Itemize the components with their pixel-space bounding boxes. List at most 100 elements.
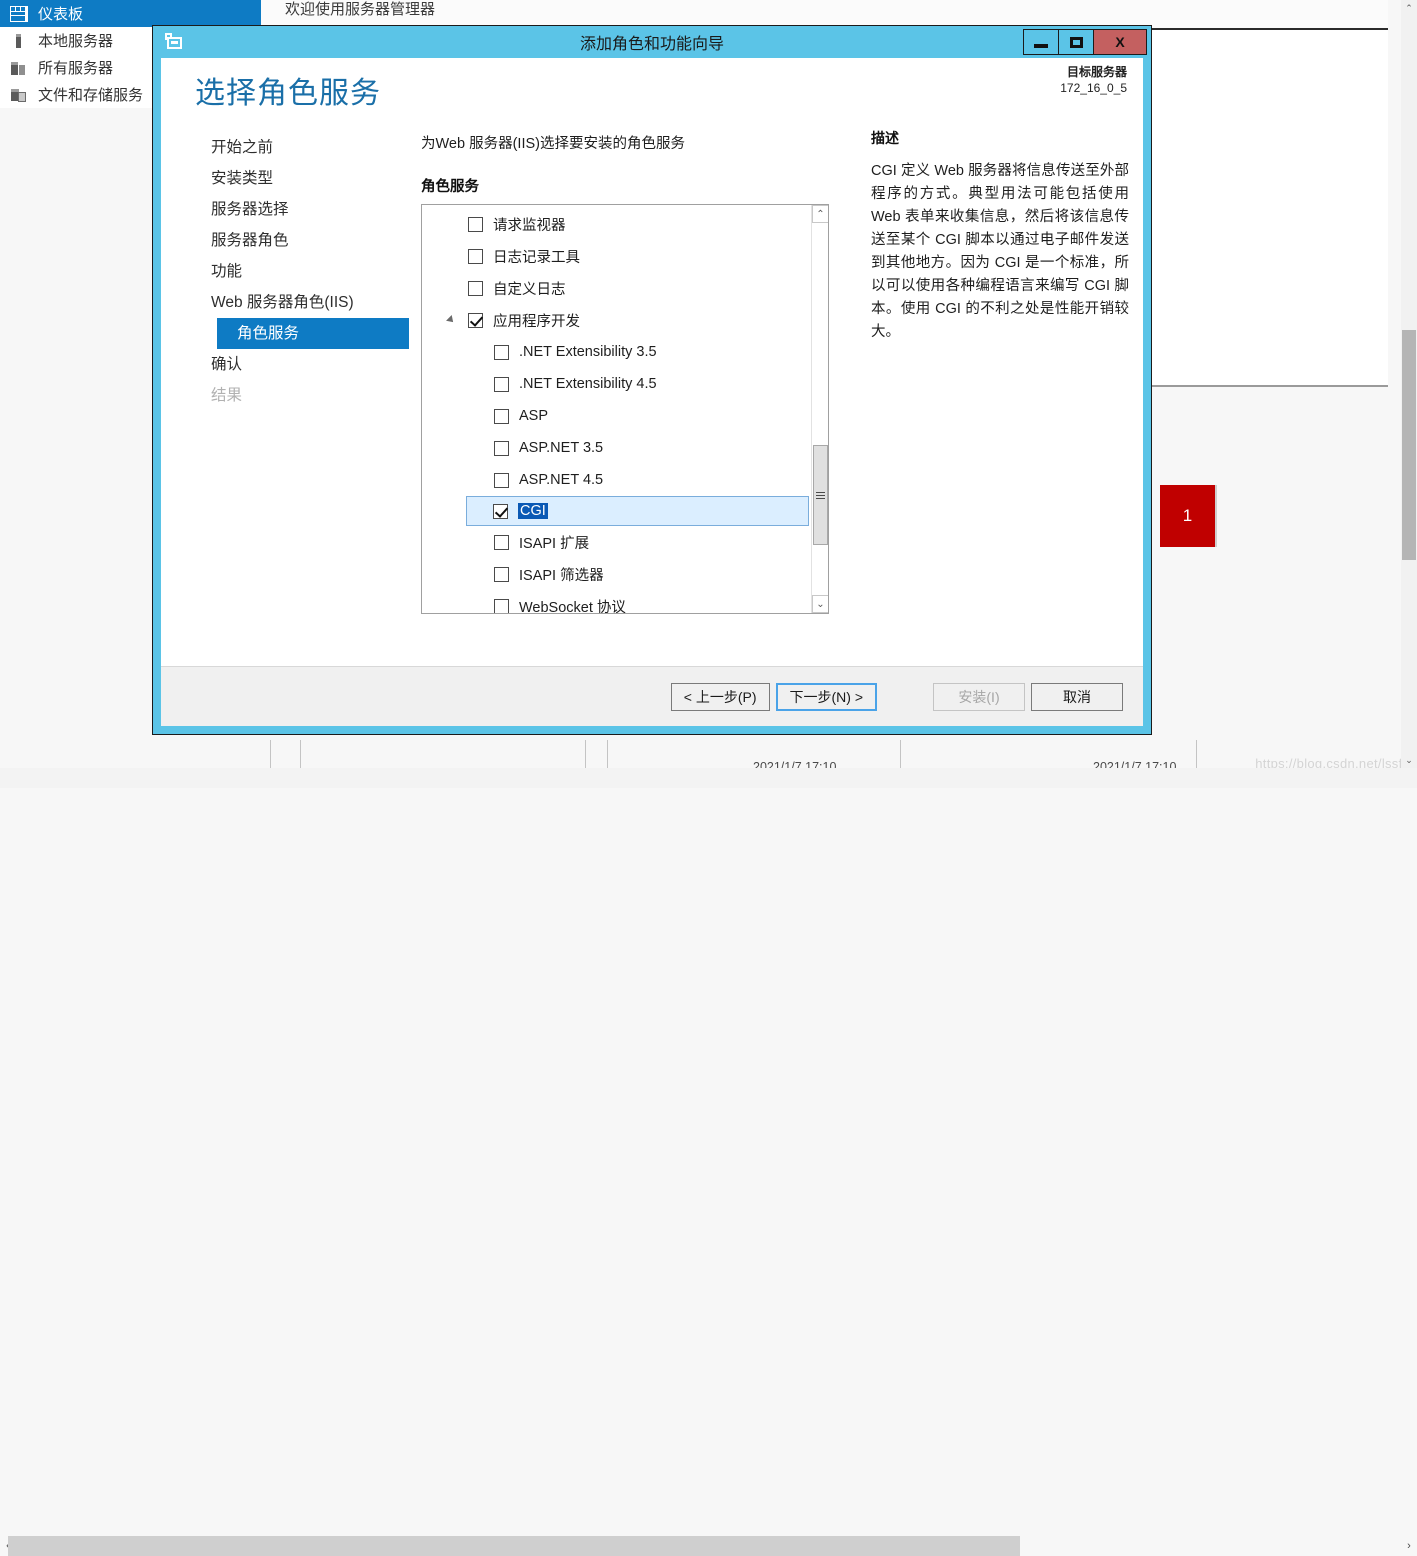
minimize-button[interactable] — [1023, 29, 1059, 55]
description-pane: 描述 CGI 定义 Web 服务器将信息传送至外部程序的方式。典型用法可能包括使… — [853, 120, 1143, 666]
list-item-selected-cgi[interactable]: CGI — [466, 496, 809, 526]
list-item-label: ISAPI 筛选器 — [519, 564, 604, 585]
list-item-label: .NET Extensibility 3.5 — [519, 344, 657, 360]
listbox-scroll-thumb[interactable] — [813, 445, 828, 545]
list-item-label: ASP.NET 4.5 — [519, 472, 603, 488]
role-services-list: 请求监视器 日志记录工具 自定义日志 应 — [422, 205, 811, 613]
list-item-label: CGI — [518, 503, 548, 519]
list-item[interactable]: ASP — [422, 400, 811, 432]
step-before-you-begin[interactable]: 开始之前 — [161, 132, 409, 163]
dialog-title: 添加角色和功能向导 — [153, 30, 1151, 54]
close-button[interactable]: X — [1093, 29, 1147, 55]
dialog-titlebar[interactable]: 添加角色和功能向导 X — [153, 26, 1151, 58]
list-item[interactable]: ISAPI 扩展 — [422, 526, 811, 558]
role-services-section: 为Web 服务器(IIS)选择要安装的角色服务 角色服务 请求监视器 日志记录工… — [409, 120, 853, 666]
step-role-services[interactable]: 角色服务 — [217, 318, 409, 349]
description-text: CGI 定义 Web 服务器将信息传送至外部程序的方式。典型用法可能包括使用 W… — [871, 160, 1129, 344]
list-item-label: 日志记录工具 — [493, 246, 580, 267]
list-item[interactable]: 请求监视器 — [422, 208, 811, 240]
install-button: 安装(I) — [933, 683, 1025, 711]
checkbox-unchecked-icon[interactable] — [468, 249, 483, 264]
scroll-up-icon[interactable]: ⌃ — [1401, 0, 1417, 16]
scroll-right-icon[interactable]: › — [1401, 1536, 1417, 1556]
list-item-label: ASP.NET 3.5 — [519, 440, 603, 456]
list-item[interactable]: ASP.NET 4.5 — [422, 464, 811, 496]
table-column-divider — [585, 740, 586, 768]
chevron-expanded-icon[interactable] — [446, 315, 456, 325]
scroll-up-icon[interactable]: ⌃ — [812, 205, 829, 223]
checkbox-unchecked-icon[interactable] — [494, 409, 509, 424]
step-results: 结果 — [161, 380, 409, 411]
alert-count-badge[interactable]: 1 — [1160, 485, 1217, 547]
checkbox-unchecked-icon[interactable] — [494, 567, 509, 582]
checkbox-unchecked-icon[interactable] — [468, 217, 483, 232]
window-controls: X — [1024, 29, 1147, 55]
welcome-tile-title: 欢迎使用服务器管理器 — [285, 0, 435, 19]
sidebar-item-label: 本地服务器 — [38, 30, 113, 51]
table-column-divider — [607, 740, 608, 768]
checkbox-unchecked-icon[interactable] — [494, 599, 509, 614]
listbox-scrollbar[interactable]: ⌃ ⌄ — [811, 205, 828, 613]
maximize-icon — [1070, 37, 1083, 48]
list-item[interactable]: ISAPI 筛选器 — [422, 558, 811, 590]
maximize-button[interactable] — [1058, 29, 1094, 55]
target-server-label: 目标服务器 — [1060, 64, 1127, 80]
grip-icon — [816, 490, 825, 501]
step-features[interactable]: 功能 — [161, 256, 409, 287]
step-confirmation[interactable]: 确认 — [161, 349, 409, 380]
checkbox-unchecked-icon[interactable] — [494, 473, 509, 488]
page-title: 选择角色服务 — [195, 68, 381, 112]
table-column-divider — [1196, 740, 1197, 768]
checkbox-checked-icon[interactable] — [493, 504, 508, 519]
next-button[interactable]: 下一步(N) > — [776, 683, 878, 711]
checkbox-unchecked-icon[interactable] — [468, 281, 483, 296]
server-icon — [10, 33, 28, 49]
table-column-divider — [900, 740, 901, 768]
list-item[interactable]: ASP.NET 3.5 — [422, 432, 811, 464]
step-server-selection[interactable]: 服务器选择 — [161, 194, 409, 225]
scroll-down-icon[interactable]: ⌄ — [1401, 752, 1417, 768]
list-item-label: ISAPI 扩展 — [519, 532, 589, 553]
list-item-label: 请求监视器 — [493, 214, 566, 235]
list-item[interactable]: 自定义日志 — [422, 272, 811, 304]
checkbox-unchecked-icon[interactable] — [494, 535, 509, 550]
vertical-scrollbar[interactable]: ⌃ ⌄ — [1401, 0, 1417, 768]
vertical-scroll-thumb[interactable] — [1402, 330, 1416, 560]
minimize-icon — [1034, 44, 1048, 48]
target-server-info: 目标服务器 172_16_0_5 — [1060, 64, 1127, 96]
checkbox-unchecked-icon[interactable] — [494, 441, 509, 456]
list-item[interactable]: .NET Extensibility 4.5 — [422, 368, 811, 400]
checkbox-checked-icon[interactable] — [468, 313, 483, 328]
wizard-steps: 开始之前 安装类型 服务器选择 服务器角色 功能 Web 服务器角色(IIS) … — [161, 120, 409, 666]
list-item[interactable]: 日志记录工具 — [422, 240, 811, 272]
scroll-down-icon[interactable]: ⌄ — [812, 595, 829, 613]
list-item-label: 应用程序开发 — [493, 310, 580, 331]
wizard-icon — [165, 32, 185, 52]
step-web-server-role-iis[interactable]: Web 服务器角色(IIS) — [161, 287, 409, 318]
role-services-intro: 为Web 服务器(IIS)选择要安装的角色服务 — [421, 132, 853, 153]
sidebar-item-dashboard[interactable]: 仪表板 — [0, 0, 258, 27]
cancel-button[interactable]: 取消 — [1031, 683, 1123, 711]
file-storage-icon — [10, 87, 28, 103]
checkbox-unchecked-icon[interactable] — [494, 377, 509, 392]
list-item-label: 自定义日志 — [493, 278, 566, 299]
description-title: 描述 — [871, 128, 1129, 148]
checkbox-unchecked-icon[interactable] — [494, 345, 509, 360]
welcome-tile[interactable]: 欢迎使用服务器管理器 — [258, 0, 1388, 28]
sidebar-item-label: 文件和存储服务 — [38, 84, 143, 105]
dialog-header: 选择角色服务 目标服务器 172_16_0_5 — [161, 58, 1143, 120]
step-installation-type[interactable]: 安装类型 — [161, 163, 409, 194]
target-server-value: 172_16_0_5 — [1060, 80, 1127, 96]
dashboard-icon — [10, 6, 28, 22]
list-item[interactable]: .NET Extensibility 3.5 — [422, 336, 811, 368]
horizontal-scroll-thumb[interactable] — [8, 1536, 1020, 1556]
list-item-label: ASP — [519, 408, 548, 424]
role-services-label: 角色服务 — [421, 175, 853, 196]
step-server-roles[interactable]: 服务器角色 — [161, 225, 409, 256]
sidebar-item-label: 所有服务器 — [38, 57, 113, 78]
list-item[interactable]: 应用程序开发 — [422, 304, 811, 336]
list-item[interactable]: WebSocket 协议 — [422, 590, 811, 614]
role-services-listbox[interactable]: 请求监视器 日志记录工具 自定义日志 应 — [421, 204, 829, 614]
previous-button[interactable]: < 上一步(P) — [671, 683, 770, 711]
horizontal-scrollbar[interactable]: ‹ › — [0, 768, 1417, 788]
